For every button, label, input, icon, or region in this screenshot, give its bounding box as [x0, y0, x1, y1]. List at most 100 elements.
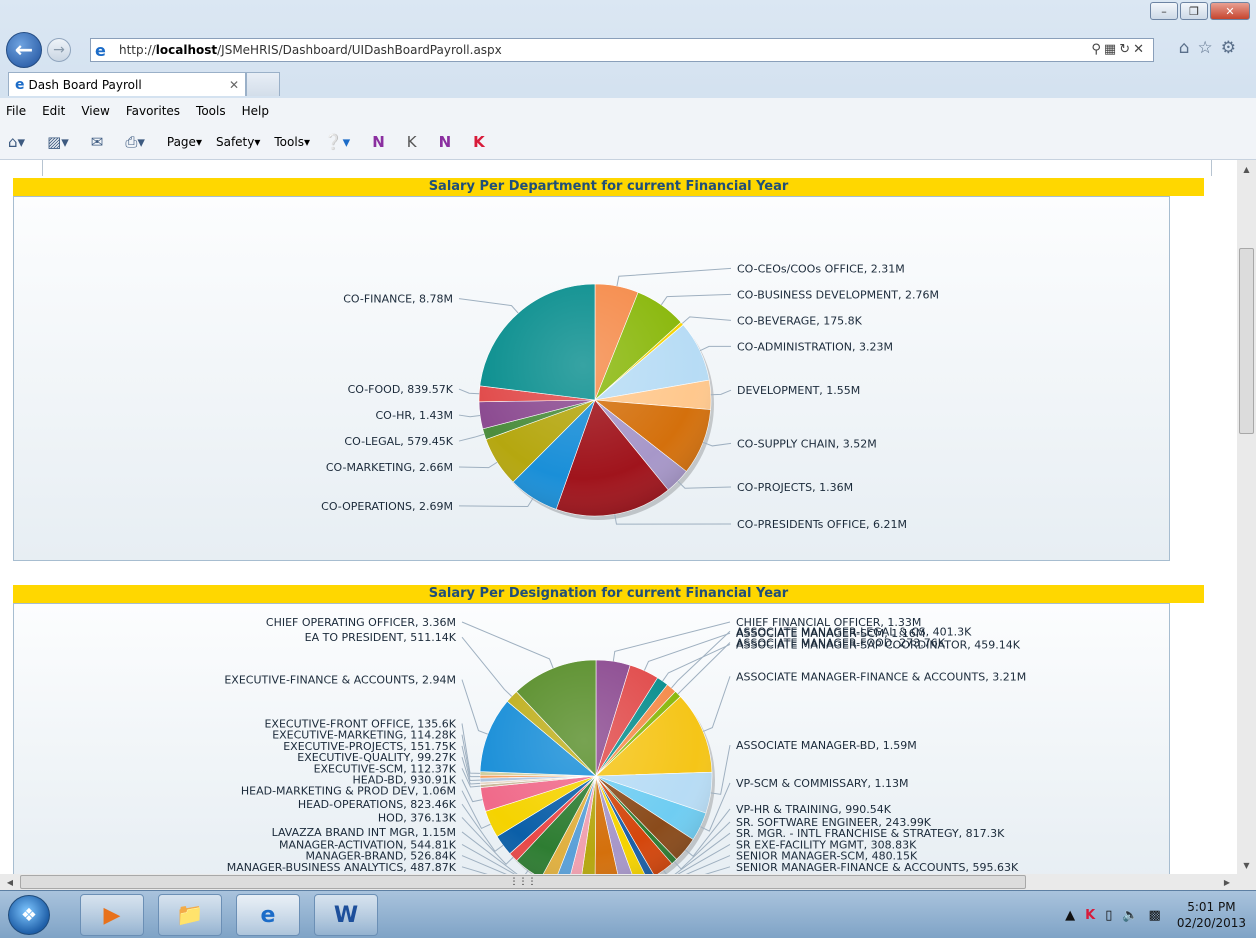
- scroll-up-icon[interactable]: ▲: [1237, 160, 1256, 178]
- clock-time: 5:01 PM: [1187, 900, 1236, 914]
- search-icon[interactable]: ⚲: [1091, 42, 1104, 57]
- minimize-button[interactable]: –: [1150, 2, 1178, 20]
- maximize-button[interactable]: ❐: [1180, 2, 1208, 20]
- back-button[interactable]: ←: [6, 32, 42, 68]
- ie-tab-icon: e: [15, 76, 25, 93]
- pie-slice-co-finance[interactable]: [479, 283, 596, 401]
- pie-label-development: DEVELOPMENT, 1.55M: [737, 384, 860, 397]
- mail-icon: ✉: [90, 132, 104, 151]
- network-icon[interactable]: ▩: [1149, 908, 1161, 923]
- usb-icon[interactable]: ▯: [1105, 908, 1112, 923]
- show-hidden-icons-icon[interactable]: ▲: [1065, 908, 1075, 923]
- onenote-icon: N: [372, 132, 385, 151]
- home-icon[interactable]: ⌂: [1179, 38, 1198, 58]
- close-tab-icon[interactable]: ✕: [229, 78, 239, 92]
- tools-menu[interactable]: Tools ▾: [274, 135, 310, 149]
- addon-k-command[interactable]: K: [407, 133, 425, 151]
- pie-label-associate-manager-bd: ASSOCIATE MANAGER-BD, 1.59M: [736, 739, 917, 752]
- menu-favorites[interactable]: Favorites: [126, 104, 180, 118]
- horizontal-scroll-thumb[interactable]: ⋮⋮⋮: [20, 875, 1026, 889]
- pie-label-co-projects: CO-PROJECTS, 1.36M: [737, 481, 853, 494]
- pie-label-co-legal: CO-LEGAL, 579.45K: [344, 435, 453, 448]
- tab-title: Dash Board Payroll: [28, 77, 142, 92]
- ie-page-icon: e: [95, 40, 106, 60]
- pie-leader-line: [710, 389, 732, 396]
- pie-leader-line: [699, 345, 732, 352]
- ie-taskbar-button[interactable]: e: [236, 894, 300, 936]
- close-window-button[interactable]: ✕: [1210, 2, 1250, 20]
- help-command[interactable]: ❔▾: [324, 133, 358, 151]
- window-controls: – ❐ ✕: [1150, 2, 1250, 20]
- vertical-scrollbar[interactable]: ▲ ▼: [1237, 160, 1256, 874]
- pie-leader-line: [461, 636, 513, 697]
- start-button[interactable]: ❖: [8, 895, 50, 935]
- folder-icon: 📁: [176, 902, 204, 928]
- new-tab-button[interactable]: [246, 72, 280, 96]
- print-icon: ⎙▾: [125, 132, 145, 151]
- gear-icon[interactable]: ⚙: [1221, 38, 1244, 58]
- browser-right-icons: ⌂☆⚙: [1179, 38, 1244, 58]
- menu-file[interactable]: File: [6, 104, 26, 118]
- scroll-left-icon[interactable]: ◀: [2, 874, 18, 890]
- explorer-taskbar-button[interactable]: 📁: [158, 894, 222, 936]
- address-bar[interactable]: e http://localhost/JSMeHRIS/Dashboard/UI…: [90, 38, 1154, 62]
- department-chart-title: Salary Per Department for current Financ…: [13, 178, 1204, 196]
- pie-leader-line: [643, 632, 731, 671]
- url-text[interactable]: http://localhost/JSMeHRIS/Dashboard/UIDa…: [115, 43, 502, 57]
- pie-label-executive-finance-accounts: EXECUTIVE-FINANCE & ACCOUNTS, 2.94M: [224, 674, 456, 687]
- favorites-star-icon[interactable]: ☆: [1198, 38, 1221, 58]
- pie-leader-line: [614, 514, 732, 525]
- department-pie-chart: CO-CEOs/COOs OFFICE, 2.31M CO-BUSINESS DE…: [321, 262, 939, 531]
- media-player-taskbar-button[interactable]: ▶: [80, 894, 144, 936]
- compat-view-icon[interactable]: ▦: [1104, 42, 1119, 57]
- refresh-icon[interactable]: ↻: [1119, 42, 1133, 57]
- onenote-command[interactable]: N: [372, 133, 393, 151]
- command-bar: ⌂▾ ▨▾ ✉ ⎙▾ Page ▾ Safety ▾ Tools ▾ ❔▾ N K N…: [0, 124, 1256, 160]
- safety-menu-label: Safety: [215, 134, 255, 149]
- word-taskbar-button[interactable]: W: [314, 894, 378, 936]
- pie-label-co-ceos-coos-office: CO-CEOs/COOs OFFICE, 2.31M: [737, 262, 905, 275]
- system-tray: ▲ K ▯ 🔈 ▩ 5:01 PM 02/20/2013: [1065, 897, 1246, 933]
- pie-label-ea-to-president: EA TO PRESIDENT, 511.14K: [305, 631, 457, 644]
- pie-label-co-business-development: CO-BUSINESS DEVELOPMENT, 2.76M: [737, 288, 939, 301]
- rss-feed-icon: ▨▾: [47, 132, 69, 151]
- home-command[interactable]: ⌂▾: [8, 133, 33, 151]
- designation-chart-title: Salary Per Designation for current Finan…: [13, 585, 1204, 603]
- pie-label-chief-operating-officer: CHIEF OPERATING OFFICER, 3.36M: [266, 616, 456, 629]
- pie-leader-line: [458, 298, 519, 314]
- horizontal-scrollbar[interactable]: ◀ ⋮⋮⋮ ▶: [0, 874, 1237, 890]
- kaspersky-tray-icon[interactable]: K: [1085, 908, 1095, 923]
- menu-view[interactable]: View: [81, 104, 109, 118]
- stop-icon[interactable]: ✕: [1133, 42, 1147, 57]
- menu-edit[interactable]: Edit: [42, 104, 65, 118]
- onenote-linked-command[interactable]: N: [439, 133, 460, 151]
- clock[interactable]: 5:01 PM 02/20/2013: [1177, 899, 1246, 931]
- word-icon: W: [333, 902, 359, 928]
- tab-row: e Dash Board Payroll ✕: [8, 72, 280, 96]
- pie-leader-line: [458, 497, 534, 508]
- menu-bar: File Edit View Favorites Tools Help: [0, 98, 1256, 124]
- feeds-command[interactable]: ▨▾: [47, 133, 77, 151]
- vertical-scroll-thumb[interactable]: [1239, 248, 1254, 434]
- tab-dashboard-payroll[interactable]: e Dash Board Payroll ✕: [8, 72, 246, 96]
- menu-help[interactable]: Help: [242, 104, 269, 118]
- scroll-down-icon[interactable]: ▼: [1237, 856, 1256, 874]
- forward-button[interactable]: →: [47, 38, 71, 62]
- mail-command[interactable]: ✉: [91, 133, 112, 151]
- volume-icon[interactable]: 🔈: [1122, 908, 1138, 923]
- kaspersky-command[interactable]: K: [473, 133, 493, 151]
- print-command[interactable]: ⎙▾: [125, 133, 153, 151]
- pie-leader-line: [461, 779, 483, 803]
- pie-leader-line: [458, 433, 485, 442]
- onenote-linked-icon: N: [438, 132, 452, 151]
- pie-label-co-operations: CO-OPERATIONS, 2.69M: [321, 500, 453, 513]
- windows-taskbar: ❖ ▶ 📁 e W ▲ K ▯ 🔈 ▩ 5:01 PM 02/20/2013: [0, 890, 1256, 938]
- scroll-right-icon[interactable]: ▶: [1219, 874, 1235, 890]
- safety-menu[interactable]: Safety ▾: [216, 135, 260, 149]
- pie-label-co-presidents-office: CO-PRESIDENTs OFFICE, 6.21M: [737, 518, 907, 531]
- pie-leader-line: [616, 267, 732, 287]
- clock-date: 02/20/2013: [1176, 916, 1246, 930]
- menu-tools[interactable]: Tools: [196, 104, 226, 118]
- pie-label-co-food: CO-FOOD, 839.57K: [348, 383, 454, 396]
- page-menu[interactable]: Page ▾: [167, 135, 202, 149]
